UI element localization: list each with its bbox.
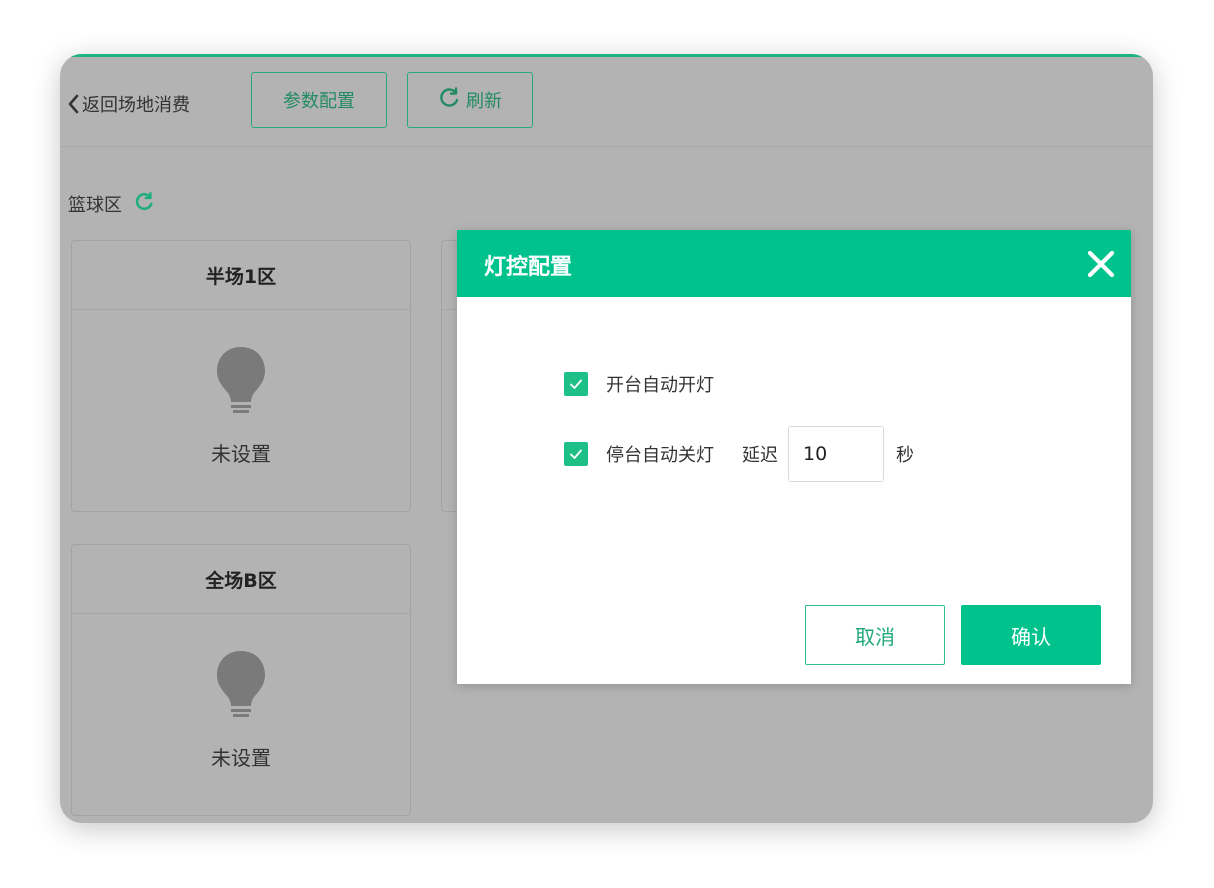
auto-off-option: 停台自动关灯 延迟 秒	[564, 426, 914, 482]
cancel-button[interactable]: 取消	[805, 605, 945, 665]
auto-off-label: 停台自动关灯	[606, 445, 714, 466]
auto-off-checkbox[interactable]	[564, 442, 588, 466]
court-card[interactable]: 全场B区 未设置	[71, 544, 411, 816]
court-card[interactable]: 半场1区 未设置	[71, 240, 411, 512]
close-icon[interactable]	[1085, 248, 1117, 280]
dialog-title: 灯控配置	[484, 255, 573, 280]
dialog-header: 灯控配置	[457, 230, 1131, 297]
court-card-status: 未设置	[211, 746, 271, 770]
param-config-button[interactable]: 参数配置	[251, 72, 387, 128]
chevron-left-icon	[66, 93, 80, 115]
confirm-button[interactable]: 确认	[961, 605, 1101, 665]
refresh-icon	[438, 86, 460, 114]
light-bulb-icon	[213, 344, 269, 416]
delay-seconds-input[interactable]	[788, 426, 884, 482]
light-bulb-icon	[213, 648, 269, 720]
delay-label: 延迟	[742, 445, 778, 466]
refresh-label: 刷新	[466, 91, 502, 112]
cancel-label: 取消	[855, 624, 895, 649]
back-label: 返回场地消费	[82, 95, 190, 116]
section-title: 篮球区	[68, 195, 122, 216]
app-window: 返回场地消费 参数配置 刷新 篮球区 半场1区 未设置 全场B区 未设置 灯控配…	[60, 54, 1153, 823]
light-control-dialog: 灯控配置 开台自动开灯 停台自动关灯 延迟 10 秒 取消 确认	[457, 230, 1131, 684]
check-icon	[570, 449, 582, 459]
param-config-label: 参数配置	[283, 91, 355, 112]
back-link[interactable]: 返回场地消费	[66, 91, 190, 117]
court-card-status: 未设置	[211, 442, 271, 466]
delay-unit: 秒	[896, 445, 914, 466]
auto-on-option: 开台自动开灯	[564, 371, 714, 397]
section-refresh-icon[interactable]	[134, 191, 154, 217]
court-card-title: 全场B区	[72, 545, 410, 614]
auto-on-checkbox[interactable]	[564, 372, 588, 396]
toolbar: 返回场地消费 参数配置 刷新	[60, 54, 1153, 147]
refresh-button[interactable]: 刷新	[407, 72, 533, 128]
confirm-label: 确认	[1011, 624, 1051, 649]
check-icon	[570, 379, 582, 389]
section-header: 篮球区	[68, 191, 154, 217]
court-card-title: 半场1区	[72, 241, 410, 310]
auto-on-label: 开台自动开灯	[606, 375, 714, 396]
